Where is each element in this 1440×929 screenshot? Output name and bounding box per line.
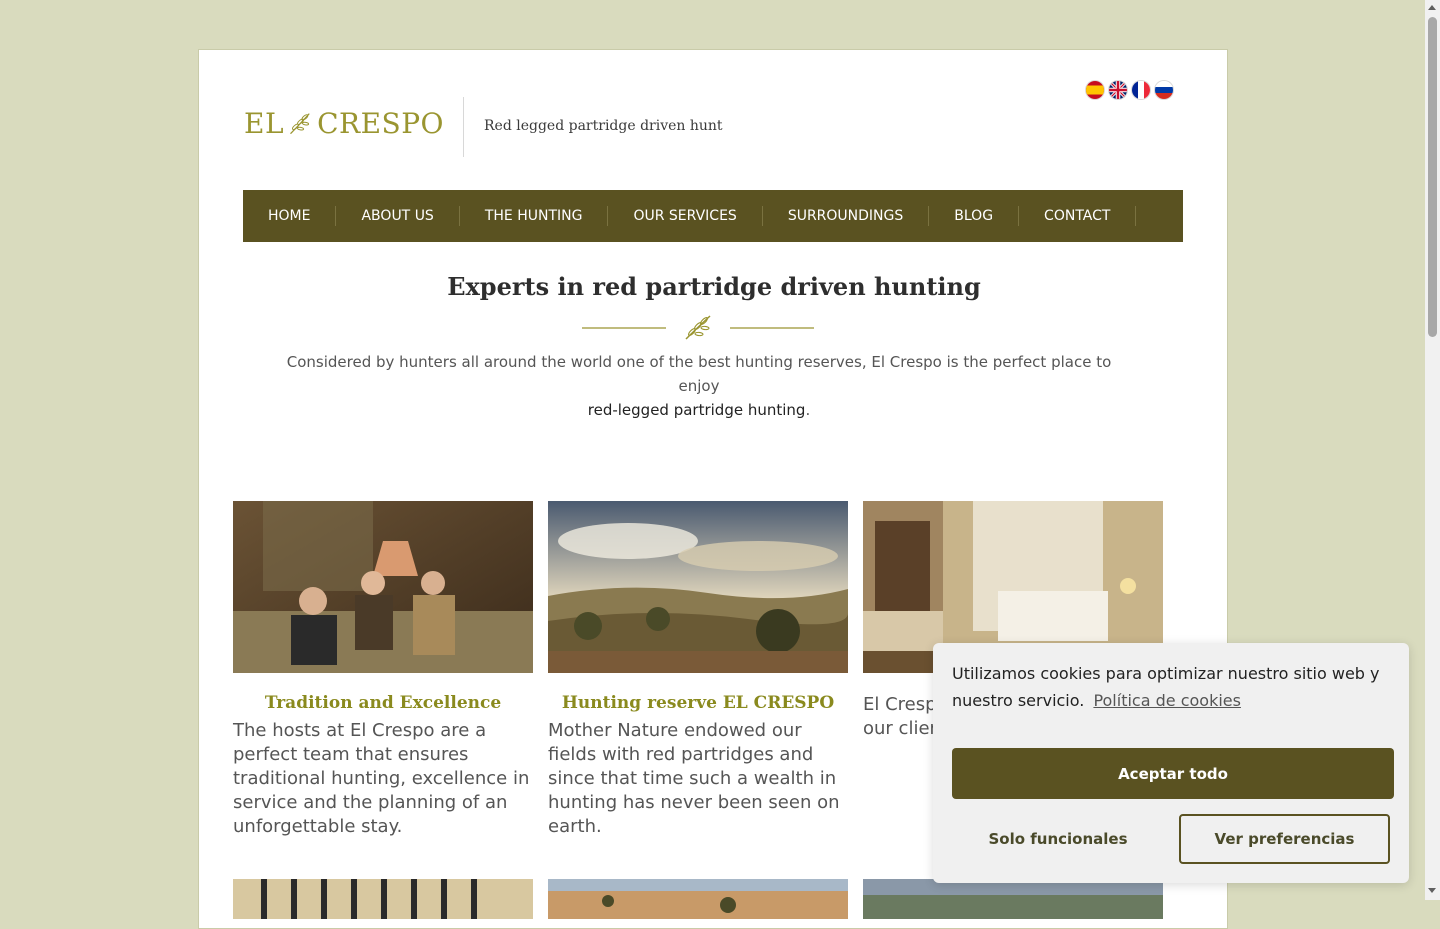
russia-flag-icon[interactable] bbox=[1155, 81, 1173, 99]
nav-the-hunting[interactable]: THE HUNTING bbox=[460, 206, 609, 226]
spain-flag-icon[interactable] bbox=[1086, 81, 1104, 99]
hosts-photo[interactable] bbox=[233, 501, 533, 673]
scroll-down-arrow-icon[interactable] bbox=[1428, 888, 1436, 893]
card-tradition: Tradition and Excellence The hosts at El… bbox=[233, 501, 533, 839]
valley-photo[interactable] bbox=[863, 879, 1163, 919]
nav-surroundings[interactable]: SURROUNDINGS bbox=[763, 206, 930, 226]
intro-text-main: Considered by hunters all around the wor… bbox=[286, 353, 1112, 395]
site-tagline: Red legged partridge driven hunt bbox=[484, 118, 723, 134]
logo-divider bbox=[463, 97, 464, 157]
logo-text-crespo: CRESPO bbox=[317, 106, 444, 140]
intro-text: Considered by hunters all around the wor… bbox=[279, 350, 1119, 422]
card-title[interactable]: Tradition and Excellence bbox=[233, 693, 533, 713]
france-flag-icon[interactable] bbox=[1132, 81, 1150, 99]
logo-text-el: EL bbox=[244, 106, 285, 140]
countryside-photo[interactable] bbox=[548, 879, 848, 919]
cookie-policy-link[interactable]: Política de cookies bbox=[1093, 691, 1241, 710]
nav-home[interactable]: HOME bbox=[243, 206, 337, 226]
accept-all-button[interactable]: Aceptar todo bbox=[952, 748, 1394, 799]
page-title: Experts in red partridge driven hunting bbox=[447, 272, 981, 301]
cookie-banner: Utilizamos cookies para optimizar nuestr… bbox=[933, 643, 1409, 883]
main-nav: HOME ABOUT US THE HUNTING OUR SERVICES S… bbox=[243, 190, 1183, 242]
nav-contact[interactable]: CONTACT bbox=[1019, 206, 1137, 226]
nav-blog[interactable]: BLOG bbox=[929, 206, 1020, 226]
language-switcher bbox=[1086, 81, 1173, 99]
card-hunting-reserve: Hunting reserve EL CRESPO Mother Nature … bbox=[548, 501, 848, 839]
intro-text-end: . bbox=[805, 401, 811, 419]
card-text: The hosts at El Crespo are a perfect tea… bbox=[233, 720, 530, 837]
functional-only-button[interactable]: Solo funcionales bbox=[952, 814, 1164, 864]
olive-branch-divider-icon bbox=[582, 315, 814, 340]
uk-flag-icon[interactable] bbox=[1109, 81, 1127, 99]
view-preferences-button[interactable]: Ver preferencias bbox=[1179, 814, 1390, 864]
scrollbar-thumb[interactable] bbox=[1428, 17, 1437, 337]
shotguns-photo[interactable] bbox=[233, 879, 533, 919]
logo[interactable]: EL CRESPO bbox=[244, 102, 444, 144]
card-title[interactable]: Hunting reserve EL CRESPO bbox=[548, 693, 848, 713]
olive-landscape-photo[interactable] bbox=[548, 501, 848, 673]
card-text: Mother Nature endowed our fields with re… bbox=[548, 720, 840, 837]
nav-about-us[interactable]: ABOUT US bbox=[336, 206, 460, 226]
scroll-up-arrow-icon[interactable] bbox=[1428, 5, 1436, 10]
partridge-hunting-link[interactable]: red-legged partridge hunting bbox=[588, 401, 806, 419]
cookie-message: Utilizamos cookies para optimizar nuestr… bbox=[952, 660, 1392, 714]
page-scrollbar[interactable] bbox=[1425, 0, 1440, 900]
olive-branch-icon bbox=[290, 113, 310, 135]
nav-our-services[interactable]: OUR SERVICES bbox=[608, 206, 763, 226]
